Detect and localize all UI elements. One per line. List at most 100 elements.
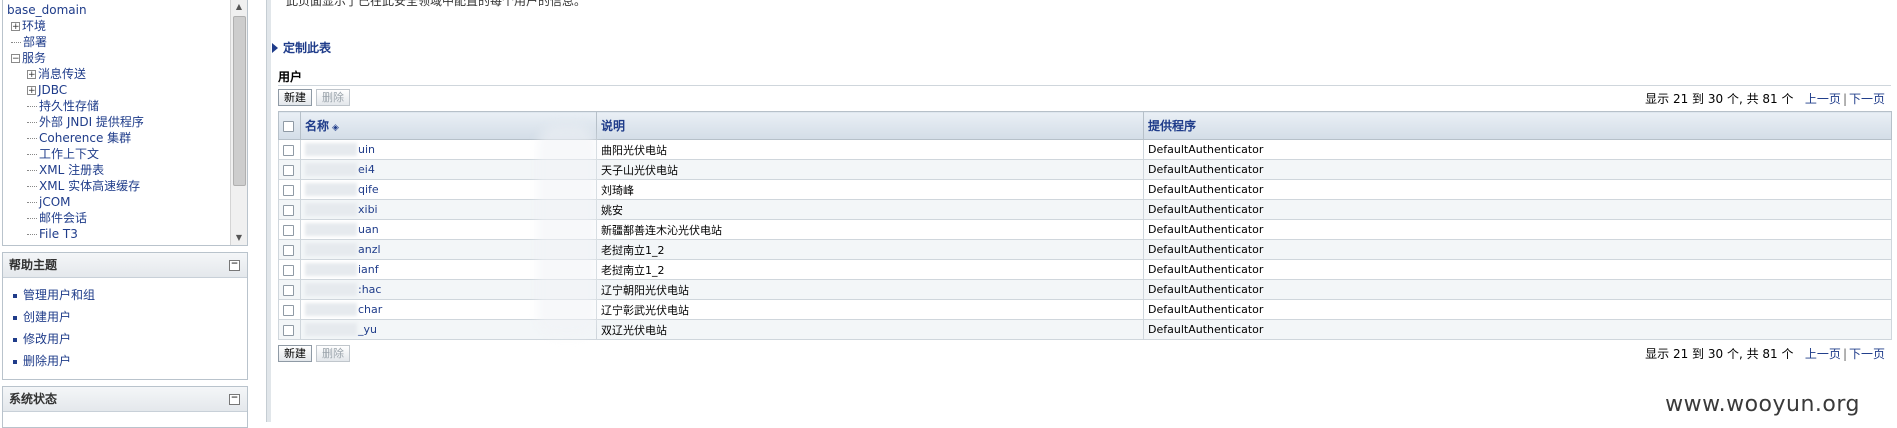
select-all-checkbox[interactable] — [283, 120, 294, 132]
tree-item-label[interactable]: base_domain — [7, 3, 87, 17]
column-header-provider[interactable]: 提供程序 — [1143, 111, 1892, 140]
user-name-link[interactable]: qife — [358, 183, 379, 196]
tree-item-label[interactable]: XML 实体高速缓存 — [39, 179, 140, 193]
tree-item-label[interactable]: XML 注册表 — [39, 163, 104, 177]
customize-table-link[interactable]: 定制此表 — [272, 39, 331, 56]
collapse-icon[interactable]: − — [229, 260, 240, 271]
delete-button[interactable]: 删除 — [316, 89, 350, 106]
delete-button[interactable]: 删除 — [316, 345, 350, 362]
row-checkbox[interactable] — [283, 284, 294, 296]
column-header-provider-label: 提供程序 — [1148, 119, 1197, 133]
user-provider-cell: DefaultAuthenticator — [1143, 279, 1892, 300]
next-page-link[interactable]: 下一页 — [1849, 347, 1885, 361]
tree-item[interactable]: + 消息传送 — [7, 66, 229, 82]
tree-item-label[interactable]: 部署 — [23, 35, 47, 49]
tree-connector — [27, 202, 37, 203]
new-button[interactable]: 新建 — [278, 345, 312, 362]
tree-item[interactable]: XML 实体高速缓存 — [7, 178, 229, 194]
table-row[interactable]: ianf 老挝南立1_2 DefaultAuthenticator — [278, 259, 1892, 280]
tree-item-label[interactable]: Coherence 集群 — [39, 131, 131, 145]
table-row[interactable]: xibi 姚安 DefaultAuthenticator — [278, 199, 1892, 220]
scroll-up-arrow-icon[interactable]: ▲ — [231, 0, 247, 14]
expand-icon[interactable]: + — [11, 22, 20, 32]
row-checkbox[interactable] — [283, 264, 294, 276]
tree-item[interactable]: 外部 JNDI 提供程序 — [7, 114, 229, 130]
user-description-cell: 新疆鄯善连木沁光伏电站 — [596, 219, 1144, 240]
help-topic-link[interactable]: 删除用户 — [23, 354, 71, 368]
table-row[interactable]: _yu 双辽光伏电站 DefaultAuthenticator — [278, 319, 1892, 340]
user-name-link[interactable]: char — [358, 303, 382, 316]
tree-item-label[interactable]: 环境 — [22, 19, 46, 33]
tree-connector — [27, 218, 37, 219]
user-name-link[interactable]: ianf — [358, 263, 379, 276]
tree-item[interactable]: 邮件会话 — [7, 210, 229, 226]
section-title: 用户 — [278, 70, 303, 84]
tree-item-label[interactable]: 消息传送 — [38, 67, 86, 81]
tree-item-label[interactable]: 外部 JNDI 提供程序 — [39, 115, 144, 129]
user-name-link[interactable]: _yu — [358, 323, 377, 336]
help-topic-link[interactable]: 创建用户 — [23, 310, 71, 324]
tree-scrollbar[interactable]: ▲ ▼ — [230, 0, 247, 245]
tree-item-label[interactable]: jCOM — [39, 195, 71, 209]
tree-item[interactable]: + JDBC — [7, 82, 229, 98]
tree-item[interactable]: XML 注册表 — [7, 162, 229, 178]
tree-item-label[interactable]: 持久性存储 — [39, 99, 99, 113]
expand-icon[interactable]: + — [27, 86, 36, 96]
sort-ascending-icon: ◈ — [332, 123, 339, 133]
help-topic-link[interactable]: 修改用户 — [23, 332, 71, 346]
row-checkbox[interactable] — [283, 224, 294, 236]
tree-item[interactable]: base_domain — [7, 2, 229, 18]
table-row[interactable]: uin 曲阳光伏电站 DefaultAuthenticator — [278, 139, 1892, 160]
table-row[interactable]: uan 新疆鄯善连木沁光伏电站 DefaultAuthenticator — [278, 219, 1892, 240]
user-name-link[interactable]: uan — [358, 223, 379, 236]
tree-item[interactable]: jCOM — [7, 194, 229, 210]
tree-item-label[interactable]: 服务 — [22, 51, 46, 65]
tree-item[interactable]: 部署 — [7, 34, 229, 50]
table-row[interactable]: :hac 辽宁朝阳光伏电站 DefaultAuthenticator — [278, 279, 1892, 300]
row-select-cell — [278, 179, 301, 200]
row-checkbox[interactable] — [283, 244, 294, 256]
collapse-icon[interactable]: − — [229, 394, 240, 405]
help-topic-link[interactable]: 管理用户和组 — [23, 288, 95, 302]
tree-item[interactable]: Coherence 集群 — [7, 130, 229, 146]
row-checkbox[interactable] — [283, 324, 294, 336]
table-row[interactable]: ei4 天子山光伏电站 DefaultAuthenticator — [278, 159, 1892, 180]
tree-item-label[interactable]: 邮件会话 — [39, 211, 87, 225]
column-header-description[interactable]: 说明 — [596, 111, 1144, 140]
user-name-link[interactable]: :hac — [358, 283, 381, 296]
prev-page-link[interactable]: 上一页 — [1805, 92, 1841, 106]
tree-item-label[interactable]: 工作上下文 — [39, 147, 99, 161]
tree-item[interactable]: 持久性存储 — [7, 98, 229, 114]
user-provider-cell: DefaultAuthenticator — [1143, 239, 1892, 260]
row-checkbox[interactable] — [283, 204, 294, 216]
customize-table-label: 定制此表 — [283, 41, 332, 55]
collapse-icon[interactable]: − — [11, 54, 20, 64]
row-checkbox[interactable] — [283, 144, 294, 156]
table-row[interactable]: qife 刘琦峰 DefaultAuthenticator — [278, 179, 1892, 200]
tree-item-label[interactable]: File T3 — [39, 227, 78, 241]
scroll-thumb[interactable] — [233, 16, 246, 186]
row-checkbox[interactable] — [283, 184, 294, 196]
redacted-text — [305, 283, 357, 297]
tree-item[interactable]: File T3 — [7, 226, 229, 242]
next-page-link[interactable]: 下一页 — [1849, 92, 1885, 106]
user-name-link[interactable]: anzl — [358, 243, 381, 256]
pane-splitter[interactable] — [266, 0, 271, 422]
prev-page-link[interactable]: 上一页 — [1805, 347, 1841, 361]
user-name-link[interactable]: ei4 — [358, 163, 375, 176]
new-button[interactable]: 新建 — [278, 89, 312, 106]
table-row[interactable]: char 辽宁彰武光伏电站 DefaultAuthenticator — [278, 299, 1892, 320]
tree-item-label[interactable]: JDBC — [38, 83, 67, 97]
table-row[interactable]: anzl 老挝南立1_2 DefaultAuthenticator — [278, 239, 1892, 260]
expand-icon[interactable]: + — [27, 70, 36, 80]
user-name-link[interactable]: uin — [358, 143, 375, 156]
scroll-down-arrow-icon[interactable]: ▼ — [231, 231, 247, 245]
tree-item[interactable]: − 服务 — [7, 50, 229, 66]
redacted-text — [305, 223, 357, 237]
tree-item[interactable]: 工作上下文 — [7, 146, 229, 162]
tree-connector — [27, 122, 37, 123]
tree-item[interactable]: + 环境 — [7, 18, 229, 34]
row-checkbox[interactable] — [283, 304, 294, 316]
user-name-link[interactable]: xibi — [358, 203, 378, 216]
row-checkbox[interactable] — [283, 164, 294, 176]
